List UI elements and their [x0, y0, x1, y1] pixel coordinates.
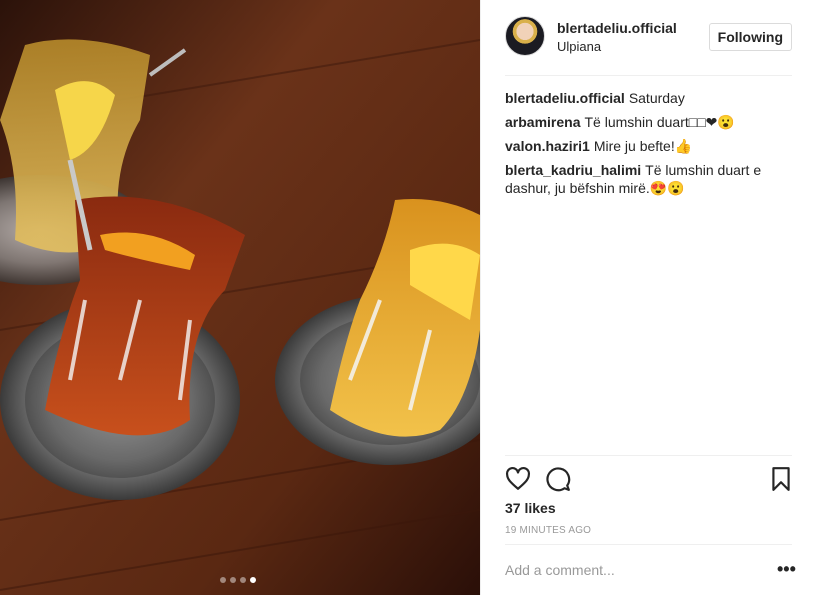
post-photo[interactable]	[0, 0, 480, 595]
comment-text: Saturday	[628, 90, 685, 106]
comment-item: blertadeliu.official Saturday	[505, 89, 792, 107]
header-divider	[505, 75, 792, 76]
comment-icon[interactable]	[545, 466, 571, 492]
comment-text: Të lumshin duart□□❤😮	[584, 114, 735, 130]
heart-icon[interactable]	[505, 466, 531, 492]
comment-username[interactable]: valon.haziri1	[505, 138, 590, 154]
comment-text: Mire ju befte!👍	[593, 138, 693, 154]
header-username[interactable]: blertadeliu.official	[557, 20, 677, 36]
carousel-dot	[220, 577, 226, 583]
carousel-indicator	[220, 577, 256, 583]
carousel-dot	[230, 577, 236, 583]
tea-glasses-image	[0, 0, 480, 595]
action-bar	[505, 466, 792, 492]
comment-username[interactable]: blerta_kadriu_halimi	[505, 162, 641, 178]
comment-username[interactable]: blertadeliu.official	[505, 90, 625, 106]
post-sidebar: blertadeliu.official Ulpiana Following b…	[480, 0, 817, 595]
post-timestamp[interactable]: 19 MINUTES AGO	[505, 525, 591, 536]
likes-count[interactable]: 37 likes	[505, 500, 556, 516]
carousel-dot	[240, 577, 246, 583]
comment-item: arbamirena Të lumshin duart□□❤😮	[505, 113, 792, 131]
header-location[interactable]: Ulpiana	[557, 39, 601, 54]
comment-username[interactable]: arbamirena	[505, 114, 580, 130]
more-options-icon[interactable]: •••	[777, 560, 796, 578]
comment-box-divider	[505, 544, 792, 545]
comment-item: valon.haziri1 Mire ju befte!👍	[505, 137, 792, 155]
bookmark-icon[interactable]	[768, 466, 794, 492]
actions-divider	[505, 455, 792, 456]
add-comment-input[interactable]: Add a comment...	[505, 562, 615, 578]
post-header: blertadeliu.official Ulpiana Following	[505, 16, 792, 58]
avatar[interactable]	[505, 16, 545, 56]
following-button[interactable]: Following	[708, 23, 792, 51]
carousel-dot-active	[250, 577, 256, 583]
comments-list: blertadeliu.official Saturday arbamirena T…	[505, 89, 792, 203]
comment-item: blerta_kadriu_halimi Të lumshin duart e d…	[505, 161, 792, 197]
